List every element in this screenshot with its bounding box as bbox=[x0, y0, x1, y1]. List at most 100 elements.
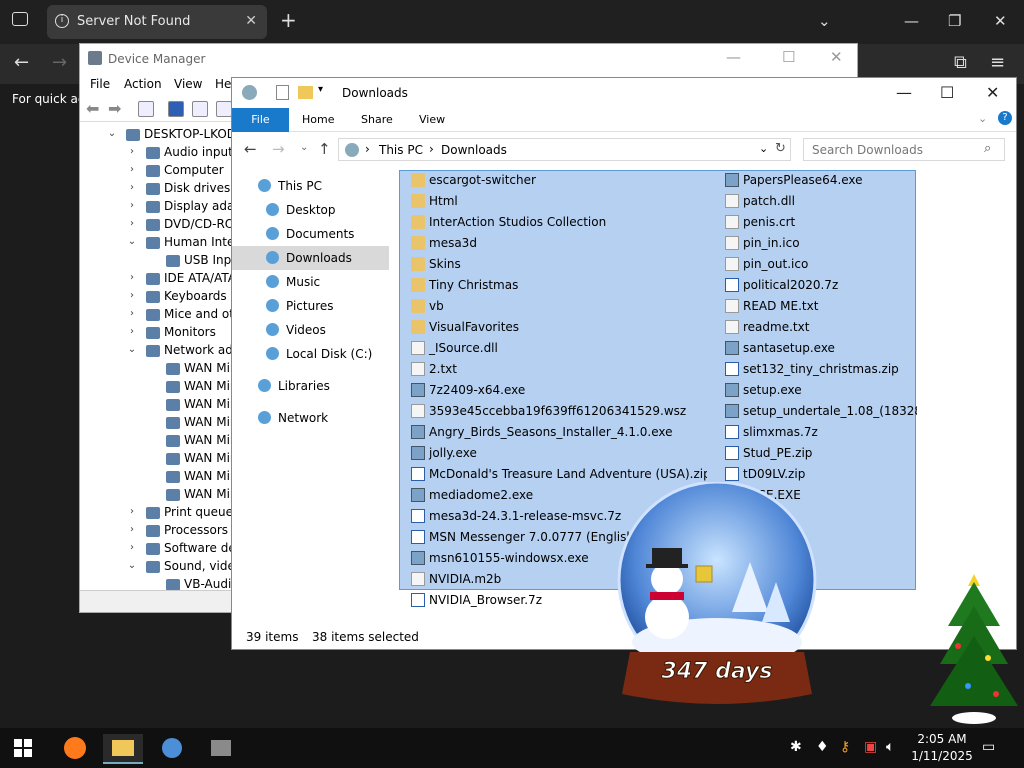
expand-ribbon-icon[interactable]: ⌄ bbox=[978, 112, 987, 125]
chevron-down-icon[interactable]: ⌄ bbox=[126, 560, 138, 571]
file-item[interactable]: setup.exe bbox=[721, 380, 917, 401]
help-icon[interactable] bbox=[168, 101, 184, 117]
file-item[interactable]: set132_tiny_christmas.zip bbox=[721, 359, 917, 380]
nav-item[interactable]: Network bbox=[232, 406, 389, 430]
taskbar-file-explorer[interactable] bbox=[103, 734, 143, 764]
file-item[interactable]: readme.txt bbox=[721, 317, 917, 338]
maximize-icon[interactable]: ☐ bbox=[782, 48, 795, 66]
help-icon[interactable]: ? bbox=[998, 111, 1012, 125]
chevron-right-icon[interactable]: › bbox=[126, 308, 138, 319]
chevron-right-icon[interactable]: › bbox=[126, 326, 138, 337]
address-dropdown-icon[interactable]: ⌄ bbox=[759, 142, 768, 155]
forward-icon[interactable]: → bbox=[52, 52, 67, 73]
file-item[interactable]: READ ME.txt bbox=[721, 296, 917, 317]
chevron-right-icon[interactable]: › bbox=[126, 164, 138, 175]
nav-item[interactable]: Documents bbox=[232, 222, 389, 246]
recent-icon[interactable]: ⌄ bbox=[300, 142, 308, 153]
file-item[interactable]: political2020.7z bbox=[721, 275, 917, 296]
file-item[interactable]: VisualFavorites bbox=[407, 317, 707, 338]
back-icon[interactable]: ← bbox=[244, 140, 257, 158]
forward-icon[interactable]: → bbox=[272, 140, 285, 158]
menu-view[interactable]: View bbox=[174, 77, 202, 91]
breadcrumb-downloads[interactable]: Downloads bbox=[441, 143, 507, 157]
nav-item[interactable]: This PC bbox=[232, 174, 389, 198]
file-item[interactable]: patch.dll bbox=[721, 191, 917, 212]
properties-icon[interactable] bbox=[276, 85, 289, 100]
nav-item[interactable]: Downloads bbox=[232, 246, 389, 270]
start-button[interactable] bbox=[14, 739, 32, 757]
file-item[interactable]: vb bbox=[407, 296, 707, 317]
maximize-icon[interactable]: ❐ bbox=[948, 12, 961, 30]
chevron-right-icon[interactable]: › bbox=[126, 542, 138, 553]
scan-icon[interactable] bbox=[216, 101, 232, 117]
minimize-icon[interactable]: — bbox=[896, 83, 912, 102]
file-item[interactable]: InterAction Studios Collection bbox=[407, 212, 707, 233]
nav-item[interactable]: Libraries bbox=[232, 374, 389, 398]
file-item[interactable]: Angry_Birds_Seasons_Installer_4.1.0.exe bbox=[407, 422, 707, 443]
chevron-right-icon[interactable]: › bbox=[126, 200, 138, 211]
chevron-right-icon[interactable]: › bbox=[126, 218, 138, 229]
file-item[interactable]: Html bbox=[407, 191, 707, 212]
menu-icon[interactable]: ≡ bbox=[990, 52, 1005, 73]
chevron-right-icon[interactable]: › bbox=[126, 290, 138, 301]
chevron-right-icon[interactable]: › bbox=[126, 506, 138, 517]
chevron-down-icon[interactable]: ⌄ bbox=[126, 344, 138, 355]
file-item[interactable]: penis.crt bbox=[721, 212, 917, 233]
nav-item[interactable]: Pictures bbox=[232, 294, 389, 318]
taskbar-device-manager[interactable] bbox=[201, 734, 241, 764]
chevron-right-icon[interactable]: › bbox=[126, 272, 138, 283]
chevron-right-icon[interactable]: › bbox=[126, 182, 138, 193]
file-item[interactable]: 3593e45ccebba19f639ff61206341529.wsz bbox=[407, 401, 707, 422]
address-bar[interactable]: › This PC › Downloads ⌄ ↻ bbox=[338, 138, 791, 161]
refresh-icon[interactable]: ↻ bbox=[775, 141, 786, 156]
search-box[interactable]: Search Downloads ⌕ bbox=[803, 138, 1005, 161]
file-item[interactable]: pin_out.ico bbox=[721, 254, 917, 275]
close-tab-icon[interactable]: ✕ bbox=[245, 13, 257, 29]
search-input[interactable]: Search Downloads bbox=[812, 143, 923, 157]
tab-view[interactable]: View bbox=[419, 113, 445, 126]
file-item[interactable]: Stud_PE.zip bbox=[721, 443, 917, 464]
menu-action[interactable]: Action bbox=[124, 77, 162, 91]
properties-icon[interactable] bbox=[138, 101, 154, 117]
tray-app-icon[interactable]: ✱ bbox=[790, 739, 802, 755]
nav-item[interactable]: Local Disk (C:) bbox=[232, 342, 389, 366]
forward-icon[interactable]: ➡ bbox=[108, 99, 121, 118]
notifications-icon[interactable]: ▭ bbox=[982, 739, 995, 755]
close-icon[interactable]: ✕ bbox=[986, 83, 999, 102]
back-icon[interactable]: ⬅ bbox=[86, 99, 99, 118]
chevron-right-icon[interactable]: › bbox=[126, 146, 138, 157]
nav-item[interactable]: Desktop bbox=[232, 198, 389, 222]
chevron-down-icon[interactable]: ⌄ bbox=[126, 236, 138, 247]
file-item[interactable]: pin_in.ico bbox=[721, 233, 917, 254]
tray-drop-icon[interactable]: ♦ bbox=[816, 739, 829, 755]
tab-actions-icon[interactable] bbox=[12, 12, 28, 26]
close-icon[interactable]: ✕ bbox=[830, 48, 843, 66]
menu-help[interactable]: He bbox=[215, 77, 231, 91]
volume-icon[interactable]: 🔈︎ bbox=[886, 739, 894, 755]
file-item[interactable]: escargot-switcher bbox=[407, 170, 707, 191]
file-item[interactable]: 7z2409-x64.exe bbox=[407, 380, 707, 401]
breadcrumb-this-pc[interactable]: This PC bbox=[379, 143, 423, 157]
nav-item[interactable]: Videos bbox=[232, 318, 389, 342]
file-item[interactable]: mesa3d bbox=[407, 233, 707, 254]
qat-dropdown-icon[interactable]: ▾ bbox=[318, 84, 323, 95]
new-folder-icon[interactable] bbox=[298, 86, 313, 99]
snow-globe-widget[interactable]: 347 days bbox=[612, 482, 822, 712]
back-icon[interactable]: ← bbox=[14, 52, 29, 73]
tab-file[interactable]: File bbox=[232, 108, 289, 132]
file-item[interactable]: slimxmas.7z bbox=[721, 422, 917, 443]
network-error-icon[interactable]: ▣ bbox=[864, 739, 877, 755]
chevron-down-icon[interactable]: ⌄ bbox=[106, 128, 118, 139]
maximize-icon[interactable]: ☐ bbox=[940, 83, 954, 102]
taskbar-clock[interactable]: 2:05 AM 1/11/2025 bbox=[911, 731, 973, 765]
file-item[interactable]: 2.txt bbox=[407, 359, 707, 380]
chevron-right-icon[interactable]: › bbox=[126, 524, 138, 535]
menu-file[interactable]: File bbox=[90, 77, 110, 91]
taskbar-firefox[interactable] bbox=[54, 734, 94, 764]
tab-home[interactable]: Home bbox=[302, 113, 334, 126]
tab-share[interactable]: Share bbox=[361, 113, 393, 126]
tray-key-icon[interactable]: ⚷ bbox=[840, 739, 850, 755]
file-item[interactable]: setup_undertale_1.08_(18328).exe bbox=[721, 401, 917, 422]
close-icon[interactable]: ✕ bbox=[994, 12, 1007, 30]
view-icon[interactable] bbox=[192, 101, 208, 117]
